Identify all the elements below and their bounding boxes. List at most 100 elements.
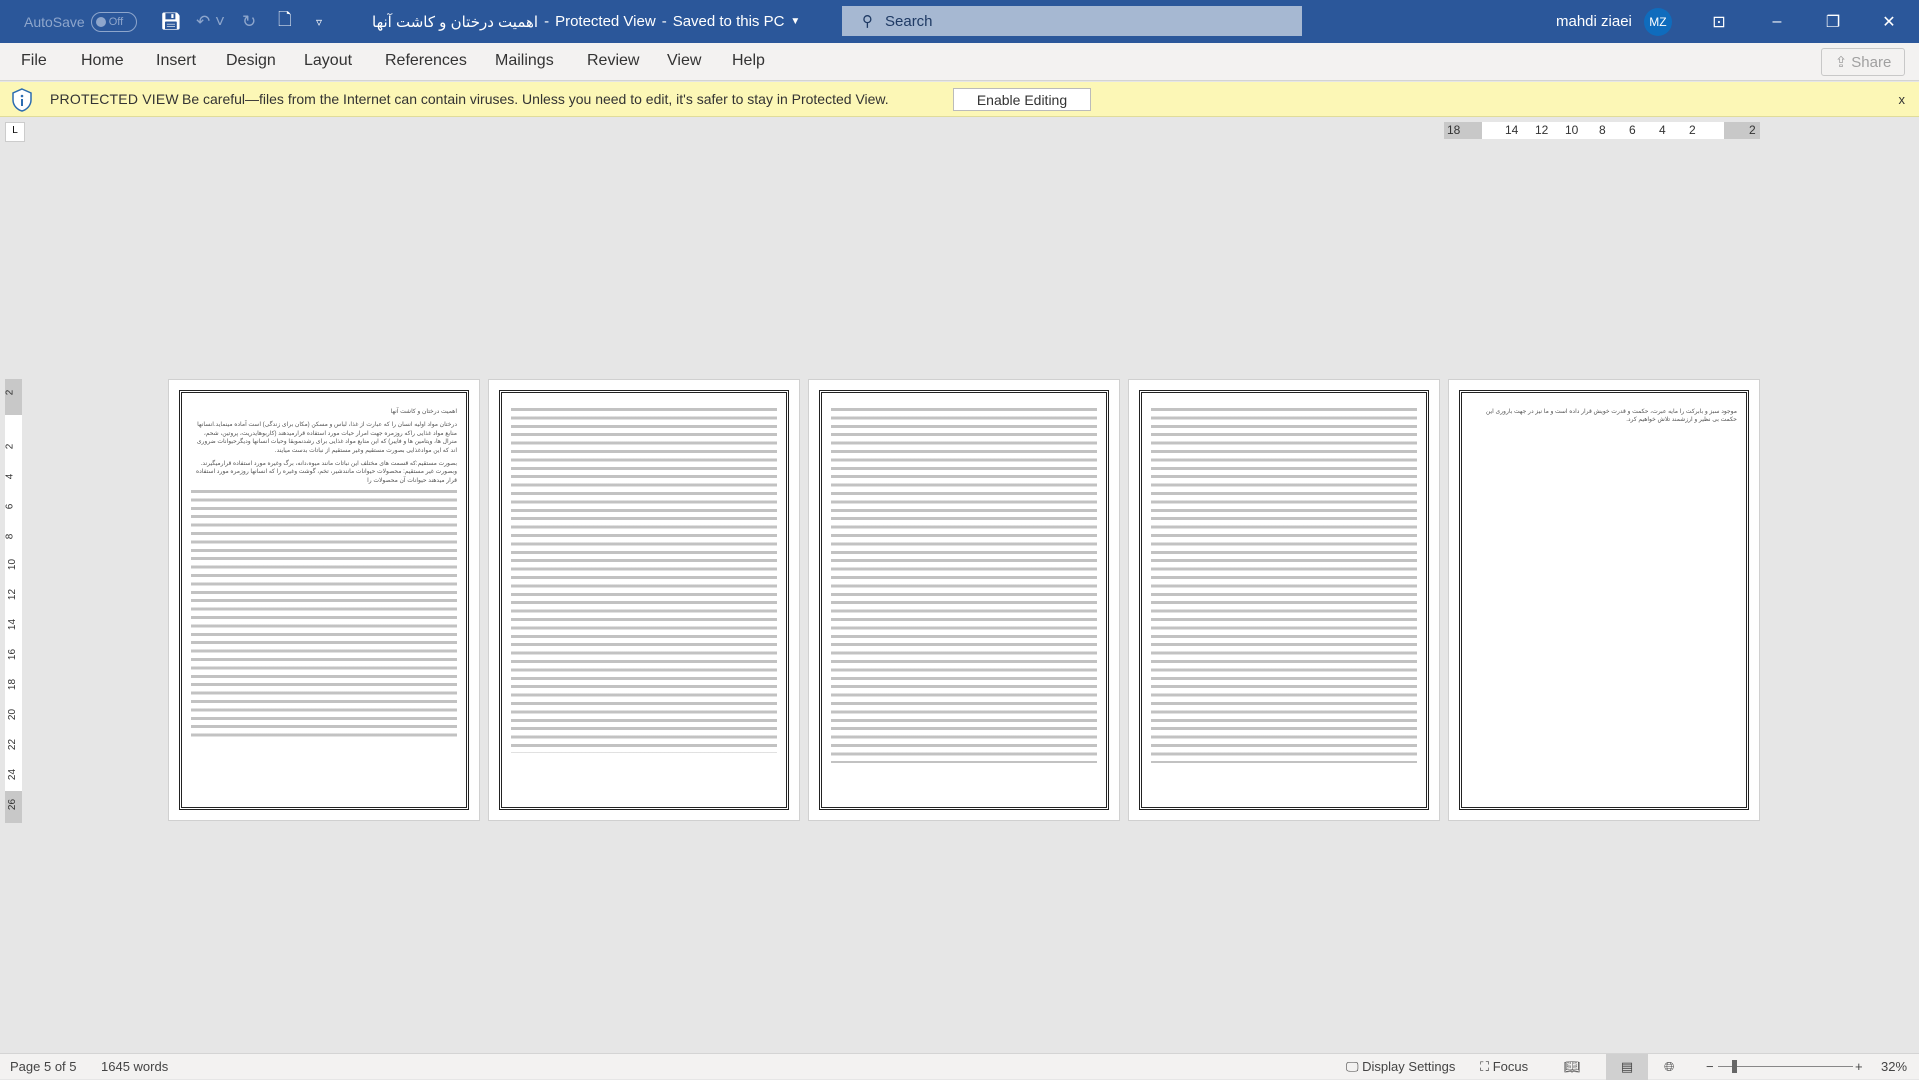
horizontal-ruler[interactable]: 18 14 12 10 8 6 4 2 2 [1444,122,1760,139]
ruler-number: 2 [1749,123,1756,137]
zoom-level[interactable]: 32% [1881,1059,1907,1074]
read-mode-icon[interactable]: 📖︎ [1564,1059,1581,1075]
search-icon: ⚲ [862,13,873,30]
paragraph: موجود سبز و بابرکت را مایه عبرت، حکمت و … [1485,409,1737,424]
zoom-slider-thumb[interactable] [1732,1060,1738,1073]
new-document-icon[interactable]: 🗋 [278,0,292,43]
page-count[interactable]: Page 5 of 5 [10,1059,77,1074]
autosave-label: AutoSave [24,13,85,30]
paragraph: بصورت مستقیم:که قسمت های مختلف این نباتا… [195,461,457,484]
status-bar: Page 5 of 5 1645 words 🖵 Display Setting… [0,1053,1919,1080]
ruler-number: 2 [4,389,16,396]
share-button[interactable]: ⇪ Share [1821,48,1905,76]
page-heading: اهمیت درختان و کاشت آنها [390,409,457,415]
page-5[interactable]: موجود سبز و بابرکت را مایه عبرت، حکمت و … [1448,379,1760,821]
page-2[interactable] [488,379,800,821]
ruler-number: 18 [1447,123,1461,137]
tab-mailings[interactable]: Mailings [495,52,554,70]
customize-toolbar-icon[interactable]: ▿ [316,0,322,43]
ruler-number: 10 [7,558,19,571]
protected-view-bar: PROTECTED VIEW Be careful—files from the… [0,82,1919,117]
account[interactable]: mahdi ziaei MZ [1556,0,1672,43]
zoom-in-button[interactable]: + [1855,1059,1863,1074]
zoom-slider[interactable] [1718,1066,1853,1067]
ruler-number: 2 [4,443,16,450]
ruler-number: 24 [7,768,19,781]
focus-label: Focus [1492,1059,1529,1074]
display-settings-label: Display Settings [1362,1059,1456,1074]
text-lines [511,408,777,753]
redo-icon[interactable]: ↻ [242,0,256,43]
protected-view-message: Be careful—files from the Internet can c… [182,91,889,107]
ribbon-tabs: File Home Insert Design Layout Reference… [0,43,1919,81]
autosave-state: Off [108,15,124,28]
search-box[interactable]: ⚲ Search [842,6,1302,36]
text-lines [831,408,1097,763]
ribbon-display-options-icon[interactable]: ⊡ [1696,0,1742,43]
ruler-number: 18 [7,678,19,691]
tab-selector[interactable]: L [5,122,25,142]
page-3[interactable] [808,379,1120,821]
ruler-number: 4 [1659,123,1666,137]
ruler-number: 6 [4,503,16,510]
tab-file[interactable]: File [21,52,47,70]
share-icon: ⇪ [1834,54,1848,71]
tab-references[interactable]: References [385,52,467,70]
page-border [1459,390,1749,810]
autosave-toggle[interactable]: AutoSave Off [24,0,137,43]
save-state[interactable]: Saved to this PC [673,13,785,30]
ruler-number: 6 [1629,123,1636,137]
zoom-out-button[interactable]: − [1706,1059,1714,1074]
ruler-number: 26 [7,798,19,811]
ruler-number: 2 [1689,123,1696,137]
tab-view[interactable]: View [667,52,701,70]
document-title: اهمیت درختان و کاشت آنها - Protected View… [372,13,801,31]
ruler-number: 8 [1599,123,1606,137]
vertical-ruler[interactable]: 2 2 4 6 8 10 12 14 16 18 20 22 24 26 [4,379,22,823]
shield-info-icon [12,88,32,112]
tab-layout[interactable]: Layout [304,52,352,70]
word-count[interactable]: 1645 words [101,1059,168,1074]
ruler-number: 22 [7,738,19,751]
focus-button[interactable]: ⛶ Focus [1480,1059,1528,1075]
close-bar-button[interactable]: x [1899,92,1906,107]
share-label: Share [1851,53,1892,71]
ruler-number: 8 [4,533,16,540]
toggle-switch[interactable]: Off [90,11,137,32]
restore-icon[interactable]: ❐ [1810,0,1856,43]
tab-review[interactable]: Review [587,52,639,70]
close-icon[interactable]: ✕ [1866,0,1912,43]
ruler-number: 14 [7,618,19,631]
undo-icon[interactable]: ↶ ˅ [196,0,225,43]
ruler-number: 12 [1535,123,1549,137]
tab-help[interactable]: Help [732,52,765,70]
chevron-down-icon[interactable]: ▼ [790,16,800,27]
title-bar: AutoSave Off 💾︎ ↶ ˅ ↻ 🗋 ▿ اهمیت درختان و… [0,0,1919,43]
tab-home[interactable]: Home [81,52,124,70]
text-lines [191,490,457,743]
user-name: mahdi ziaei [1556,13,1632,30]
display-settings-button[interactable]: 🖵 Display Settings [1346,1059,1455,1075]
ruler-number: 20 [7,708,19,721]
view-mode: Protected View [555,13,656,30]
ruler-number: 10 [1565,123,1579,137]
search-placeholder: Search [885,12,933,30]
page-1[interactable]: اهمیت درختان و کاشت آنها درختان مواد اول… [168,379,480,821]
avatar[interactable]: MZ [1643,7,1672,36]
focus-icon: ⛶ [1480,1059,1493,1074]
ruler-number: 4 [4,473,16,480]
paragraph: درختان مواد اولیه انسان را که عبارت از غ… [196,422,457,454]
ruler-number: 12 [7,588,19,601]
protected-view-label: PROTECTED VIEW [50,91,179,107]
web-layout-icon[interactable]: 🌐︎ [1664,1059,1674,1075]
minimize-icon[interactable]: – [1754,0,1800,43]
enable-editing-button[interactable]: Enable Editing [953,88,1091,111]
ruler-number: 16 [7,648,19,661]
page-4[interactable] [1128,379,1440,821]
tab-insert[interactable]: Insert [156,52,196,70]
print-layout-icon[interactable]: ▤ [1606,1054,1648,1080]
document-name: اهمیت درختان و کاشت آنها [372,13,539,31]
tab-design[interactable]: Design [226,52,276,70]
save-icon[interactable]: 💾︎ [160,0,182,43]
display-settings-icon: 🖵 [1346,1059,1363,1074]
